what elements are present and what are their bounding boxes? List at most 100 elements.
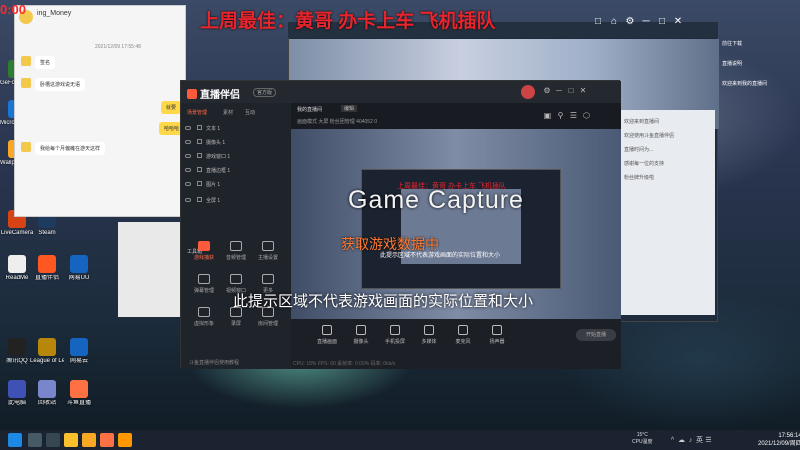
source-label: 图片 1 [206, 182, 221, 188]
edit-room-button[interactable]: 编辑 [341, 105, 358, 112]
phone-cast-button[interactable]: 手机投屏 [381, 325, 409, 345]
source-item[interactable]: 全屏 1 [185, 197, 285, 207]
app-icon [38, 255, 56, 273]
close-icon[interactable]: ✕ [670, 16, 686, 27]
clock-date: 2021/12/09/周四 [758, 441, 800, 447]
desktop-icon[interactable]: 网易UU [62, 255, 96, 289]
companion-app-icon[interactable] [100, 433, 114, 447]
source-item[interactable]: 文本 1 [185, 125, 285, 135]
desktop-icon[interactable]: ReadMe [0, 255, 34, 289]
toolbox-item[interactable]: 游戏捕获 [189, 241, 219, 267]
maximize-icon[interactable]: □ [654, 16, 670, 27]
desktop-icon[interactable]: 回收站 [30, 380, 64, 414]
visibility-icon[interactable] [185, 182, 191, 186]
companion-titlebar[interactable]: 直播伴侣 官方版 ⚙ ─ □ ✕ [181, 81, 621, 103]
weather-widget[interactable]: 15°C CPU温度 [632, 432, 653, 446]
side-label[interactable]: 欢迎来到我的直播间 [722, 80, 767, 87]
tray-expand-icon[interactable]: ^ [668, 437, 677, 444]
source-type-icon [197, 181, 202, 186]
desktop-icon[interactable]: 此电脑 [0, 380, 34, 414]
desktop-icon-label: 网易UU [68, 275, 90, 281]
visibility-icon[interactable] [185, 198, 191, 202]
toolbox-item[interactable]: 虚拟形象 [189, 307, 219, 333]
capture-hint-small: 此提示区域不代表游戏画面的实际位置和大小 [380, 253, 501, 259]
weather-temp: 15°C [636, 432, 648, 438]
search-icon[interactable]: ⚲ [554, 111, 567, 120]
start-live-button[interactable]: 开始直播 [576, 329, 616, 341]
desktop-icon[interactable]: 网易云 [62, 338, 96, 372]
volume-icon[interactable]: ♪ [686, 437, 695, 444]
tool-label: 弹幕管理 [193, 288, 214, 294]
tutorial-link[interactable]: 斗鱼直播伴侣使用教程 [189, 359, 239, 366]
side-label[interactable]: 直播说明 [722, 60, 742, 67]
settings-icon[interactable]: ⬡ [580, 111, 593, 120]
source-item[interactable]: 直播边框 1 [185, 167, 285, 177]
speaker-button[interactable]: 扬声器 [483, 325, 511, 345]
app-name: 直播伴侣 [200, 90, 240, 101]
visibility-icon[interactable] [185, 140, 191, 144]
microphone-icon [458, 325, 468, 335]
chat-line: 欢迎使用斗鱼直播伴侣 [624, 133, 675, 139]
app-icon [8, 338, 26, 356]
avatar [21, 78, 31, 88]
input-method-icon[interactable]: 英 [695, 435, 704, 445]
side-label[interactable]: 前往下载 [722, 40, 742, 47]
companion-main-window[interactable]: 直播伴侣 官方版 ⚙ ─ □ ✕ 场景管理 素材 互动 文本 1 摄像头 1 游戏窗口… [180, 80, 621, 369]
desktop-icon-label: 此电脑 [7, 400, 26, 406]
window-mode-icon[interactable]: □ [590, 16, 606, 27]
file-explorer-icon[interactable] [82, 433, 96, 447]
source-item[interactable]: 摄像头 1 [185, 139, 285, 149]
chat-app-icon[interactable] [64, 433, 78, 447]
desktop-icon[interactable]: League of Legends [30, 338, 64, 372]
search-icon[interactable] [28, 433, 42, 447]
source-item[interactable]: 游戏窗口 1 [185, 153, 285, 163]
camera-button[interactable]: 摄像头 [347, 325, 375, 345]
microphone-button[interactable]: 麦克风 [449, 325, 477, 345]
avatar[interactable] [521, 85, 535, 99]
desktop-icon[interactable]: 斗鱼直播 [62, 380, 96, 414]
visibility-icon[interactable] [185, 154, 191, 158]
avatar [21, 142, 31, 152]
cloud-icon[interactable]: ☁ [677, 436, 686, 444]
task-view-icon[interactable] [46, 433, 60, 447]
toolbox-item[interactable]: 弹幕管理 [189, 274, 219, 300]
minimize-icon[interactable]: ─ [638, 16, 654, 27]
desktop-icon[interactable]: 腾讯QQ [0, 338, 34, 372]
gear-icon[interactable]: ⚙ [622, 16, 638, 27]
visibility-icon[interactable] [185, 126, 191, 130]
minimize-icon[interactable]: ─ [553, 86, 565, 95]
toolbar-label: 摄像头 [353, 339, 369, 345]
chat-message: 我给每个月偏瘫在游天这样 [35, 142, 106, 155]
menu-icon[interactable]: ☰ [567, 111, 580, 120]
toolbox-item[interactable]: 音频管理 [221, 241, 251, 267]
tab-assets[interactable]: 素材 [223, 109, 233, 116]
chat-window[interactable]: ing_Money 2021/12/09 17:55:48 签名 卧槽这游戏说无… [14, 5, 186, 217]
stream-app-icon[interactable] [118, 433, 132, 447]
screen-capture-button[interactable]: 直播画面 [313, 325, 341, 345]
desktop-icon[interactable]: 直播伴侣 [30, 255, 64, 289]
chat-window-titlebar[interactable]: ing_Money [15, 6, 185, 30]
toolbox-item[interactable]: 主播设置 [253, 241, 283, 267]
tab-interaction[interactable]: 互动 [245, 109, 255, 116]
room-meta: 画面模式 大屏 粉丝团管理 404052 0 [297, 119, 378, 125]
home-icon[interactable]: ⌂ [606, 16, 622, 27]
chat-input-area[interactable] [118, 222, 180, 317]
tab-scene[interactable]: 场景管理 [187, 109, 207, 116]
maximize-icon[interactable]: □ [565, 86, 577, 95]
source-label: 直播边框 1 [206, 168, 231, 174]
source-item[interactable]: 图片 1 [185, 181, 285, 191]
visibility-icon[interactable] [185, 168, 191, 172]
app-icon [38, 338, 56, 356]
gear-icon[interactable]: ⚙ [541, 86, 553, 95]
close-icon[interactable]: ✕ [577, 86, 589, 95]
tool-icon [198, 307, 210, 317]
screenshot-icon[interactable]: ▣ [541, 111, 554, 120]
windows-start-icon[interactable] [8, 433, 22, 447]
tool-icon [262, 241, 274, 251]
tool-label: 房间管理 [257, 321, 278, 327]
media-button[interactable]: 多媒体 [415, 325, 443, 345]
notification-icon[interactable]: ☰ [704, 436, 713, 444]
desktop-icon-label: 腾讯QQ [6, 358, 28, 364]
clock[interactable]: 17:56:14 2021/12/09/周四 [758, 432, 800, 448]
tool-icon [198, 274, 210, 284]
